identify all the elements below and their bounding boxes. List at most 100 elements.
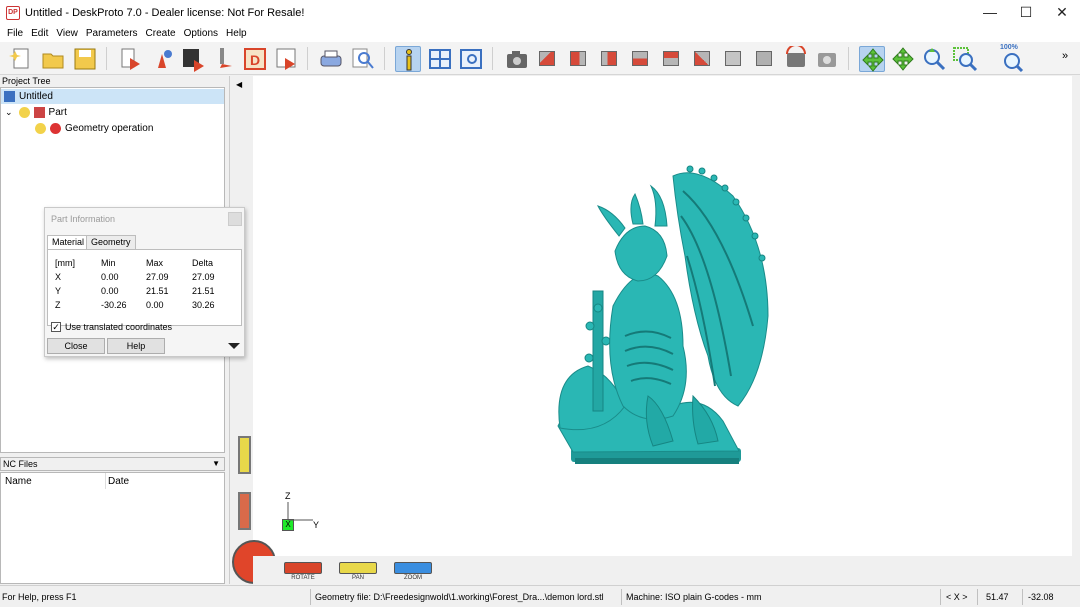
expand-arrow-icon[interactable] [228, 343, 240, 349]
view-cube-back-icon[interactable] [628, 46, 654, 72]
zoom-control[interactable] [394, 562, 432, 574]
row-z-delta: 30.26 [192, 300, 215, 310]
menu-help[interactable]: Help [222, 28, 251, 39]
pan-label: PAN [352, 575, 364, 581]
rotate-view-icon[interactable] [783, 44, 809, 72]
row-z-max: 0.00 [146, 300, 164, 310]
part-information-dialog: Part Information Material Geometry [mm] … [44, 207, 245, 357]
checkbox-label: Use translated coordinates [65, 322, 173, 332]
chevron-down-icon[interactable]: ⌄ [5, 107, 13, 118]
row-y-max: 21.51 [146, 286, 169, 296]
image-wizard-icon[interactable] [180, 46, 206, 72]
menu-parameters[interactable]: Parameters [82, 28, 142, 39]
nc-column-date[interactable]: Date [108, 476, 129, 487]
header-delta: Delta [192, 258, 214, 268]
window-title: Untitled - DeskProto 7.0 - Dealer licens… [25, 6, 305, 19]
viewport-right-strip [1072, 76, 1080, 584]
tree-item-untitled[interactable]: Untitled [1, 89, 224, 104]
tree-item-label: Untitled [19, 91, 53, 102]
tool-icon[interactable] [212, 46, 238, 72]
menu-edit[interactable]: Edit [27, 28, 52, 39]
svg-text:D: D [250, 52, 260, 68]
tab-material[interactable]: Material [47, 235, 90, 250]
status-coord-2: -32.08 [1028, 592, 1054, 602]
window-layout-icon[interactable] [427, 46, 453, 72]
drawing-icon[interactable]: D [242, 46, 268, 72]
pan-icon[interactable] [859, 46, 885, 72]
row-y-axis: Y [55, 286, 62, 296]
zoom-label: ZOOM [404, 575, 422, 581]
maximize-button[interactable]: ☐ [1008, 0, 1044, 25]
open-folder-icon[interactable] [40, 46, 66, 72]
status-axis: < X > [946, 592, 968, 602]
model-canvas [557, 165, 769, 464]
new-file-icon[interactable] [8, 46, 34, 72]
project-icon [4, 91, 15, 102]
zoom-window-icon[interactable] [952, 46, 978, 72]
tab-geometry[interactable]: Geometry [86, 235, 136, 249]
nc-column-name[interactable]: Name [5, 476, 32, 487]
pan-control[interactable] [339, 562, 377, 574]
lightbulb-icon [18, 107, 30, 118]
view-redraw-icon[interactable] [814, 46, 840, 72]
view-cube-front-icon[interactable] [566, 46, 592, 72]
camera-icon[interactable] [504, 46, 530, 72]
dropdown-arrow-icon[interactable]: ▼ [212, 458, 220, 470]
lightbulb-icon [35, 123, 46, 134]
export-icon[interactable] [273, 46, 299, 72]
print-preview-icon[interactable] [318, 46, 344, 72]
close-dialog-button[interactable]: Close [47, 338, 105, 354]
row-y-min: 0.00 [101, 286, 119, 296]
header-unit: [mm] [55, 258, 75, 268]
close-button[interactable]: ✕ [1044, 0, 1080, 25]
rotate-slider[interactable] [238, 492, 251, 530]
view-cube-top-icon[interactable] [659, 46, 685, 72]
import-part-icon[interactable] [118, 46, 144, 72]
info-icon[interactable] [395, 46, 421, 72]
status-machine: Machine: ISO plain G-codes - mm [626, 592, 762, 602]
nc-files-header[interactable]: NC Files ▼ [0, 457, 225, 471]
menu-bar: File Edit View Parameters Create Options… [0, 25, 1080, 42]
collapse-arrow-icon[interactable]: ◀ [236, 80, 242, 89]
menu-options[interactable]: Options [180, 28, 222, 39]
save-icon[interactable] [72, 46, 98, 72]
rotate-control[interactable] [284, 562, 322, 574]
nc-files-list[interactable]: Name Date [0, 472, 225, 584]
geometry-operation-icon [50, 123, 61, 134]
row-y-delta: 21.51 [192, 286, 215, 296]
tree-item-part[interactable]: ⌄ Part [1, 105, 67, 120]
menu-file[interactable]: File [3, 28, 27, 39]
minimize-button[interactable]: — [972, 0, 1008, 25]
magnifier-icon[interactable] [350, 46, 376, 72]
view-window-icon[interactable] [458, 46, 484, 72]
toolbar-overflow-button[interactable]: » [1062, 50, 1068, 62]
status-coord-1: 51.47 [986, 592, 1009, 602]
checkbox-checked-icon[interactable]: ✓ [51, 322, 61, 332]
part-info-table: [mm] Min Max Delta X 0.00 27.09 27.09 Y … [47, 249, 242, 326]
pan-slider[interactable] [238, 436, 251, 474]
demon-lord-model [557, 165, 769, 464]
dialog-close-icon[interactable] [228, 212, 242, 226]
view-cube-bottom-icon[interactable] [690, 46, 716, 72]
help-button[interactable]: Help [107, 338, 165, 354]
app-logo-icon: DP [6, 5, 20, 20]
3d-viewport[interactable] [253, 76, 1072, 556]
translated-coordinates-toggle[interactable]: ✓ Use translated coordinates [51, 322, 172, 332]
viewport-nav-bar: ROTATE PAN ZOOM [253, 556, 1072, 584]
zoom-in-icon[interactable] [921, 46, 947, 72]
zoom-100-label: 100% [1000, 44, 1018, 51]
view-cube-gray-icon[interactable] [752, 46, 778, 72]
dialog-title: Part Information [51, 214, 116, 224]
menu-view[interactable]: View [52, 28, 82, 39]
menu-create[interactable]: Create [142, 28, 180, 39]
view-cube-red-icon[interactable] [535, 46, 561, 72]
row-x-max: 27.09 [146, 272, 169, 282]
view-cube-iso-icon[interactable] [721, 46, 747, 72]
main-toolbar: D 100% » [0, 42, 1080, 75]
tree-item-geometry-operation[interactable]: Geometry operation [35, 121, 153, 136]
move-icon[interactable] [890, 46, 916, 72]
view-cube-side-icon[interactable] [597, 46, 623, 72]
header-min: Min [101, 258, 116, 268]
part-wizard-icon[interactable] [150, 46, 176, 72]
status-geometry-file: Geometry file: D:\Freedesignwold\1.worki… [315, 592, 604, 602]
